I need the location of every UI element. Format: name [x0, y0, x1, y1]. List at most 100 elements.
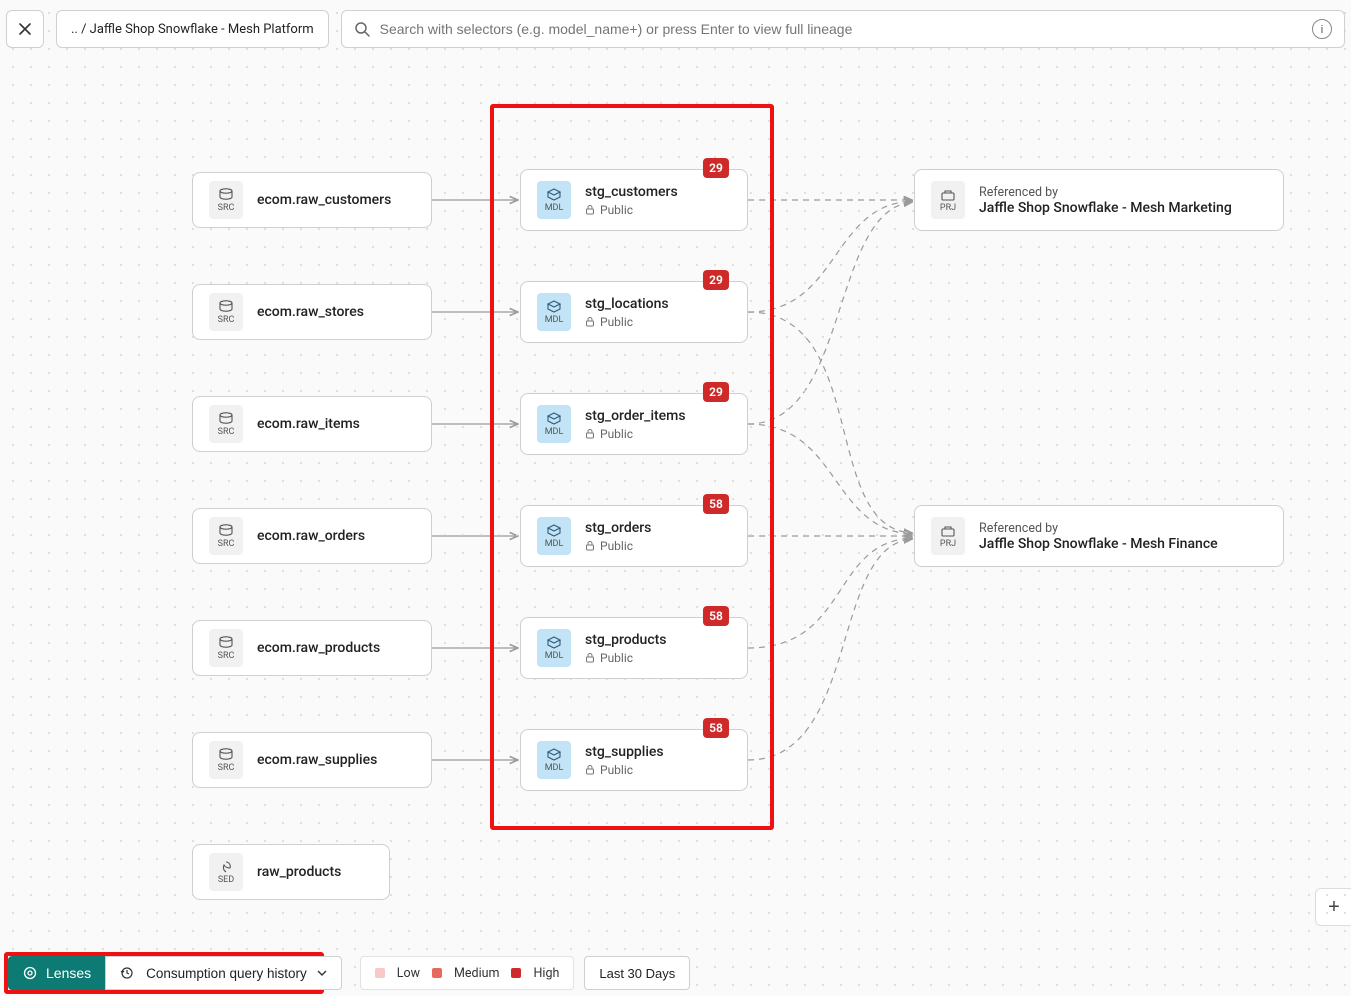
database-icon: SRC: [209, 741, 243, 779]
icon-label: MDL: [545, 651, 564, 661]
icon-label: PRJ: [940, 539, 956, 549]
icon-label: PRJ: [940, 203, 956, 213]
count-badge: 58: [703, 718, 729, 738]
referenced-by-label: Referenced by: [979, 521, 1218, 536]
cube-icon: MDL: [537, 629, 571, 667]
node-title: stg_orders: [585, 520, 651, 536]
count-badge: 58: [703, 494, 729, 514]
node-title: stg_locations: [585, 296, 669, 312]
topbar: .. / Jaffle Shop Snowflake - Mesh Platfo…: [6, 10, 1345, 48]
node-title: ecom.raw_customers: [257, 192, 391, 208]
search-bar[interactable]: i: [341, 10, 1345, 48]
icon-label: SRC: [218, 763, 235, 773]
access-label: Public: [585, 651, 667, 665]
node-title: stg_products: [585, 632, 667, 648]
icon-label: SED: [218, 875, 234, 885]
icon-label: SRC: [218, 427, 235, 437]
cube-icon: MDL: [537, 293, 571, 331]
src-node-raw-products[interactable]: SRC ecom.raw_products: [192, 620, 432, 676]
seed-icon: SED: [209, 853, 243, 891]
legend-medium: Medium: [454, 966, 499, 981]
lock-icon: [585, 653, 595, 663]
icon-label: MDL: [545, 427, 564, 437]
cube-icon: MDL: [537, 517, 571, 555]
swatch-high: [511, 968, 521, 978]
mdl-node-stg-locations[interactable]: 29 MDL stg_locations Public: [520, 281, 748, 343]
access-label: Public: [585, 539, 651, 553]
lenses-button[interactable]: Lenses: [8, 956, 105, 990]
src-node-raw-items[interactable]: SRC ecom.raw_items: [192, 396, 432, 452]
icon-label: MDL: [545, 203, 564, 213]
src-node-raw-supplies[interactable]: SRC ecom.raw_supplies: [192, 732, 432, 788]
mdl-node-stg-order-items[interactable]: 29 MDL stg_order_items Public: [520, 393, 748, 455]
mdl-node-stg-orders[interactable]: 58 MDL stg_orders Public: [520, 505, 748, 567]
database-icon: SRC: [209, 293, 243, 331]
access-label: Public: [585, 315, 669, 329]
breadcrumb[interactable]: .. / Jaffle Shop Snowflake - Mesh Platfo…: [56, 10, 329, 48]
count-badge: 58: [703, 606, 729, 626]
node-title: stg_customers: [585, 184, 678, 200]
legend-low: Low: [397, 966, 420, 981]
lock-icon: [585, 429, 595, 439]
cube-icon: MDL: [537, 741, 571, 779]
count-badge: 29: [703, 382, 729, 402]
sed-node-raw-products[interactable]: SED raw_products: [192, 844, 390, 900]
node-title: stg_order_items: [585, 408, 686, 424]
lock-icon: [585, 317, 595, 327]
lock-icon: [585, 765, 595, 775]
access-label: Public: [585, 203, 678, 217]
legend-high: High: [533, 966, 559, 981]
close-button[interactable]: [6, 10, 44, 48]
icon-label: SRC: [218, 203, 235, 213]
node-title: ecom.raw_items: [257, 416, 360, 432]
node-title: Jaffle Shop Snowflake - Mesh Finance: [979, 536, 1218, 552]
search-input[interactable]: [380, 21, 1302, 37]
src-node-raw-customers[interactable]: SRC ecom.raw_customers: [192, 172, 432, 228]
node-title: raw_products: [257, 864, 341, 880]
count-badge: 29: [703, 158, 729, 178]
cube-icon: MDL: [537, 405, 571, 443]
count-badge: 29: [703, 270, 729, 290]
icon-label: SRC: [218, 315, 235, 325]
search-icon: [354, 21, 370, 37]
database-icon: SRC: [209, 629, 243, 667]
date-range-button[interactable]: Last 30 Days: [584, 956, 690, 990]
access-label: Public: [585, 763, 664, 777]
node-title: ecom.raw_orders: [257, 528, 365, 544]
node-title: ecom.raw_products: [257, 640, 380, 656]
node-title: ecom.raw_stores: [257, 304, 364, 320]
database-icon: SRC: [209, 181, 243, 219]
info-icon[interactable]: i: [1312, 19, 1332, 39]
consumption-history-dropdown[interactable]: Consumption query history: [105, 956, 342, 990]
mdl-node-stg-customers[interactable]: 29 MDL stg_customers Public: [520, 169, 748, 231]
history-icon: [120, 965, 136, 981]
referenced-by-label: Referenced by: [979, 185, 1232, 200]
icon-label: MDL: [545, 539, 564, 549]
lock-icon: [585, 541, 595, 551]
src-node-raw-stores[interactable]: SRC ecom.raw_stores: [192, 284, 432, 340]
prj-node-marketing[interactable]: PRJ Referenced by Jaffle Shop Snowflake …: [914, 169, 1284, 231]
node-title: Jaffle Shop Snowflake - Mesh Marketing: [979, 200, 1232, 216]
swatch-medium: [432, 968, 442, 978]
bottom-toolbar: Lenses Consumption query history Low Med…: [8, 956, 690, 990]
database-icon: SRC: [209, 517, 243, 555]
project-icon: PRJ: [931, 517, 965, 555]
icon-label: MDL: [545, 315, 564, 325]
src-node-raw-orders[interactable]: SRC ecom.raw_orders: [192, 508, 432, 564]
icon-label: SRC: [218, 651, 235, 661]
icon-label: SRC: [218, 539, 235, 549]
node-title: stg_supplies: [585, 744, 664, 760]
icon-label: MDL: [545, 763, 564, 773]
lens-icon: [22, 965, 38, 981]
node-title: ecom.raw_supplies: [257, 752, 377, 768]
legend: Low Medium High: [360, 956, 575, 990]
database-icon: SRC: [209, 405, 243, 443]
lock-icon: [585, 205, 595, 215]
swatch-low: [375, 968, 385, 978]
prj-node-finance[interactable]: PRJ Referenced by Jaffle Shop Snowflake …: [914, 505, 1284, 567]
project-icon: PRJ: [931, 181, 965, 219]
mdl-node-stg-products[interactable]: 58 MDL stg_products Public: [520, 617, 748, 679]
mdl-node-stg-supplies[interactable]: 58 MDL stg_supplies Public: [520, 729, 748, 791]
access-label: Public: [585, 427, 686, 441]
chevron-down-icon: [317, 968, 327, 978]
